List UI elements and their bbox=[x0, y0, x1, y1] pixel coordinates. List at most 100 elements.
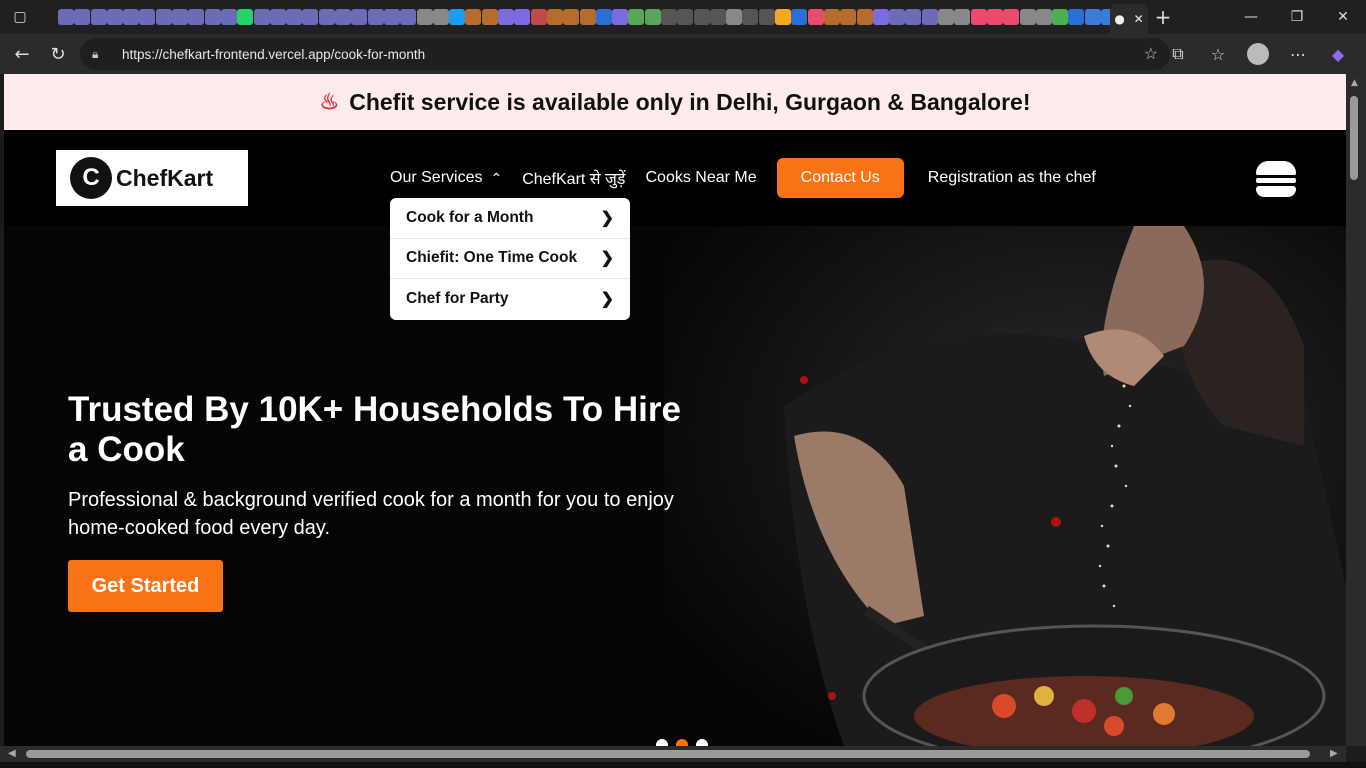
carousel-dot[interactable] bbox=[676, 739, 688, 746]
pinned-tab-favicon-icon[interactable] bbox=[90, 9, 107, 25]
new-tab-button[interactable]: + bbox=[1150, 4, 1176, 30]
pinned-tab-favicon-icon[interactable] bbox=[367, 9, 384, 25]
pinned-tab-favicon-icon[interactable] bbox=[856, 9, 873, 25]
pinned-tab-favicon-icon[interactable] bbox=[872, 9, 889, 25]
pinned-tab-favicon-icon[interactable] bbox=[253, 9, 270, 25]
refresh-icon[interactable]: ↻ bbox=[40, 38, 76, 70]
pinned-tab-favicon-icon[interactable] bbox=[400, 9, 417, 25]
close-window-icon[interactable]: ✕ bbox=[1320, 0, 1366, 34]
dropdown-item-one-time-cook[interactable]: Chiefit: One Time Cook ❯ bbox=[390, 239, 630, 279]
pinned-tab-favicon-icon[interactable] bbox=[318, 9, 335, 25]
pinned-tab-favicon-icon[interactable] bbox=[188, 9, 205, 25]
pinned-tab-favicon-icon[interactable] bbox=[677, 9, 694, 25]
pinned-tab-favicon-icon[interactable] bbox=[383, 9, 400, 25]
favorite-star-icon[interactable]: ☆ bbox=[1144, 44, 1158, 64]
pinned-tab-favicon-icon[interactable] bbox=[775, 9, 792, 25]
pinned-tab-favicon-icon[interactable] bbox=[612, 9, 629, 25]
pinned-tab-favicon-icon[interactable] bbox=[823, 9, 840, 25]
pinned-tab-favicon-icon[interactable] bbox=[432, 9, 449, 25]
vertical-scroll-thumb[interactable] bbox=[1350, 96, 1358, 180]
pinned-tab-favicon-icon[interactable] bbox=[726, 9, 743, 25]
pinned-tab-favicon-icon[interactable] bbox=[155, 9, 172, 25]
carousel-dot[interactable] bbox=[696, 739, 708, 746]
pinned-tab-favicon-icon[interactable] bbox=[595, 9, 612, 25]
pinned-tab-favicon-icon[interactable] bbox=[1084, 9, 1101, 25]
close-tab-icon[interactable]: ✕ bbox=[1134, 12, 1144, 26]
pinned-tab-favicon-icon[interactable] bbox=[220, 9, 237, 25]
profile-avatar[interactable] bbox=[1238, 38, 1278, 70]
vertical-scrollbar[interactable]: ▲ bbox=[1346, 74, 1366, 746]
more-menu-icon[interactable]: ⋯ bbox=[1278, 38, 1318, 70]
pinned-tab-favicon-icon[interactable] bbox=[74, 9, 91, 25]
pinned-tab-favicon-icon[interactable] bbox=[1003, 9, 1020, 25]
back-icon[interactable]: ← bbox=[4, 38, 40, 70]
chefkart-logo[interactable]: C ChefKart bbox=[56, 150, 248, 206]
carousel-dot[interactable] bbox=[656, 739, 668, 746]
nav-our-services[interactable]: Our Services ⌃ bbox=[390, 169, 502, 187]
pinned-tab-favicon-icon[interactable] bbox=[106, 9, 123, 25]
pinned-tab-favicon-icon[interactable] bbox=[172, 9, 189, 25]
scroll-left-icon[interactable]: ◀ bbox=[8, 748, 16, 759]
pinned-tab-favicon-icon[interactable] bbox=[123, 9, 140, 25]
site-info-icon[interactable]: 🔒︎ bbox=[92, 47, 108, 62]
tab-actions-icon[interactable]: ▢ bbox=[0, 0, 40, 34]
pinned-tab-favicon-icon[interactable] bbox=[791, 9, 808, 25]
pinned-tab-favicon-icon[interactable] bbox=[579, 9, 596, 25]
pinned-tab-favicon-icon[interactable] bbox=[889, 9, 906, 25]
pinned-tab-favicon-icon[interactable] bbox=[335, 9, 352, 25]
scroll-up-icon[interactable]: ▲ bbox=[1351, 78, 1358, 88]
pinned-tab-favicon-icon[interactable] bbox=[644, 9, 661, 25]
pinned-tab-favicon-icon[interactable] bbox=[628, 9, 645, 25]
pinned-tab-favicon-icon[interactable] bbox=[237, 9, 254, 25]
nav-join-chefkart[interactable]: ChefKart से जुड़ें bbox=[522, 167, 625, 189]
contact-us-button[interactable]: Contact Us bbox=[776, 158, 904, 198]
pinned-tab-favicon-icon[interactable] bbox=[449, 9, 466, 25]
pinned-tab-favicon-icon[interactable] bbox=[269, 9, 286, 25]
pinned-tab-favicon-icon[interactable] bbox=[286, 9, 303, 25]
pinned-tab-favicon-icon[interactable] bbox=[758, 9, 775, 25]
nav-cooks-near-me[interactable]: Cooks Near Me bbox=[645, 169, 756, 187]
pinned-tab-favicon-icon[interactable] bbox=[465, 9, 482, 25]
pinned-tab-favicon-icon[interactable] bbox=[1068, 9, 1085, 25]
dropdown-item-chef-for-party[interactable]: Chef for Party ❯ bbox=[390, 279, 630, 320]
pinned-tab-favicon-icon[interactable] bbox=[514, 9, 531, 25]
pinned-tab-favicon-icon[interactable] bbox=[416, 9, 433, 25]
copilot-icon[interactable]: ◆ bbox=[1318, 38, 1358, 70]
horizontal-scrollbar[interactable]: ◀ ▶ bbox=[0, 746, 1346, 762]
pinned-tab-favicon-icon[interactable] bbox=[498, 9, 515, 25]
pinned-tab-favicon-icon[interactable] bbox=[954, 9, 971, 25]
pinned-tab-favicon-icon[interactable] bbox=[204, 9, 221, 25]
pinned-tab-favicon-icon[interactable] bbox=[938, 9, 955, 25]
pinned-tab-favicon-icon[interactable] bbox=[660, 9, 677, 25]
nav-registration-chef[interactable]: Registration as the chef bbox=[928, 169, 1096, 187]
pinned-tab-favicon-icon[interactable] bbox=[481, 9, 498, 25]
pinned-tab-favicon-icon[interactable] bbox=[139, 9, 156, 25]
scroll-right-icon[interactable]: ▶ bbox=[1330, 748, 1338, 759]
pinned-tab-favicon-icon[interactable] bbox=[742, 9, 759, 25]
pinned-tab-favicon-icon[interactable] bbox=[693, 9, 710, 25]
pinned-tab-favicon-icon[interactable] bbox=[1052, 9, 1069, 25]
pinned-tab-favicon-icon[interactable] bbox=[302, 9, 319, 25]
restore-icon[interactable]: ❐ bbox=[1274, 0, 1320, 34]
favorites-icon[interactable]: ☆ bbox=[1198, 38, 1238, 70]
pinned-tab-favicon-icon[interactable] bbox=[546, 9, 563, 25]
pinned-tab-favicon-icon[interactable] bbox=[709, 9, 726, 25]
pinned-tab-favicon-icon[interactable] bbox=[970, 9, 987, 25]
pinned-tab-favicon-icon[interactable] bbox=[563, 9, 580, 25]
extensions-icon[interactable]: ⧉ bbox=[1158, 38, 1198, 70]
hamburger-menu-icon[interactable] bbox=[1256, 161, 1296, 197]
horizontal-scroll-thumb[interactable] bbox=[26, 750, 1310, 758]
active-tab[interactable]: ● ✕ bbox=[1110, 4, 1148, 34]
pinned-tab-favicon-icon[interactable] bbox=[1035, 9, 1052, 25]
pinned-tab-favicon-icon[interactable] bbox=[351, 9, 368, 25]
url-text[interactable]: https://chefkart-frontend.vercel.app/coo… bbox=[122, 47, 425, 62]
pinned-tab-favicon-icon[interactable] bbox=[840, 9, 857, 25]
pinned-tab-favicon-icon[interactable] bbox=[921, 9, 938, 25]
dropdown-item-cook-for-month[interactable]: Cook for a Month ❯ bbox=[390, 198, 630, 239]
pinned-tab-favicon-icon[interactable] bbox=[807, 9, 824, 25]
minimize-icon[interactable]: — bbox=[1228, 0, 1274, 34]
pinned-tab-favicon-icon[interactable] bbox=[1019, 9, 1036, 25]
pinned-tab-favicon-icon[interactable] bbox=[986, 9, 1003, 25]
pinned-tab-favicon-icon[interactable] bbox=[905, 9, 922, 25]
pinned-tab-favicon-icon[interactable] bbox=[58, 9, 74, 25]
